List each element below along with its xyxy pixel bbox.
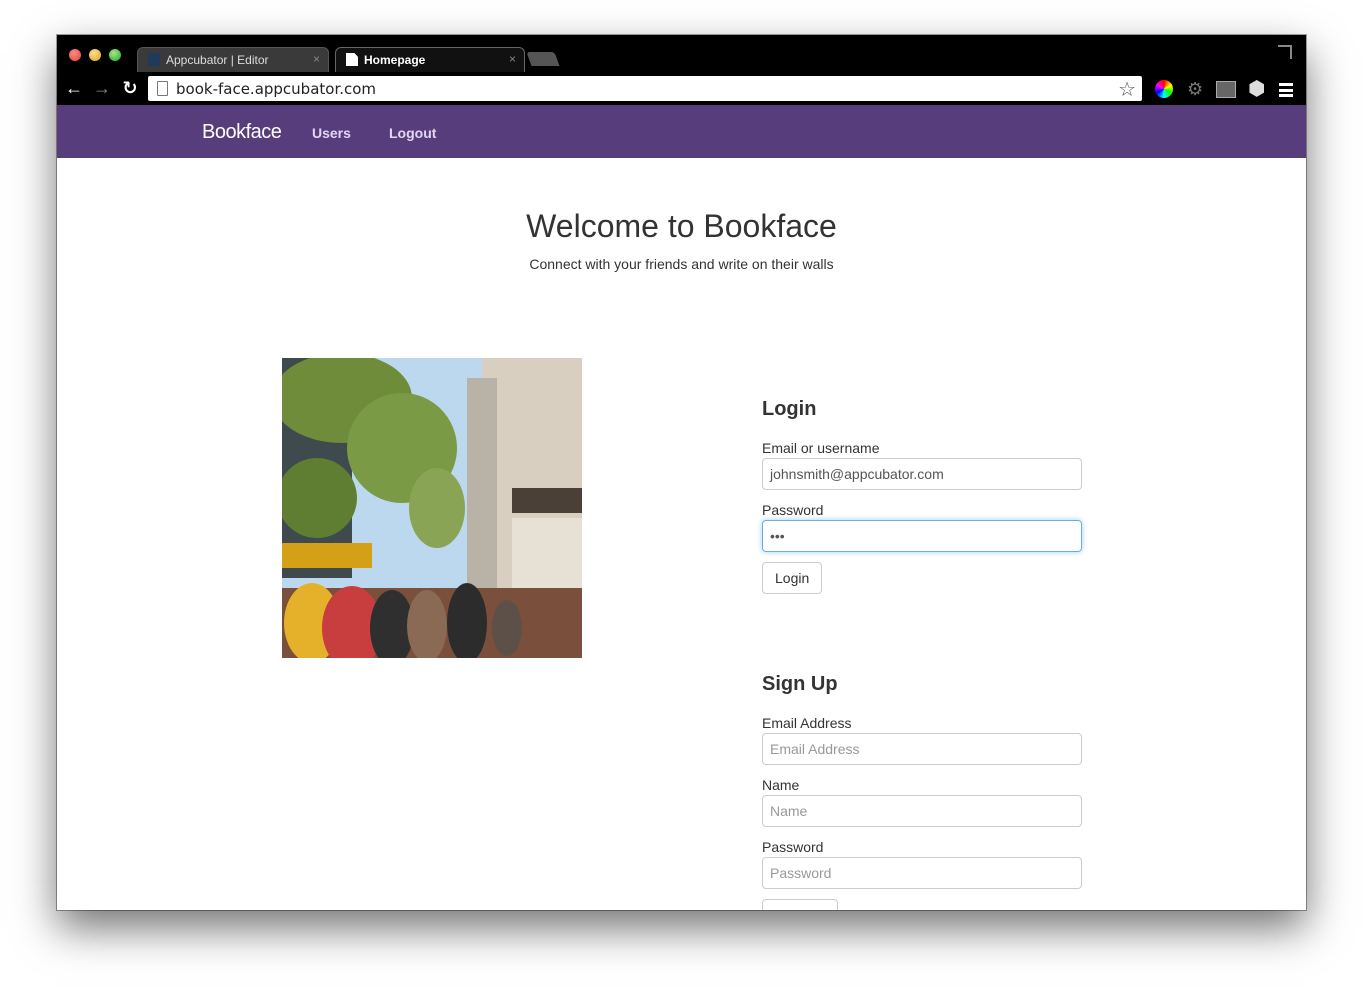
- page-content: Welcome to Bookface Connect with your fr…: [57, 158, 1306, 910]
- page-icon: [157, 81, 168, 96]
- close-window-button[interactable]: [69, 49, 81, 61]
- browser-window: Appcubator | Editor × Homepage × ← → ↻ b…: [57, 35, 1306, 910]
- address-bar[interactable]: book-face.appcubator.com ☆: [148, 76, 1142, 101]
- page-icon: [346, 53, 358, 66]
- color-wheel-icon[interactable]: [1155, 80, 1173, 98]
- signup-password-label: Password: [762, 839, 824, 855]
- nav-link-logout[interactable]: Logout: [389, 125, 436, 141]
- signup-email-placeholder: Email Address: [770, 741, 860, 757]
- tab-homepage[interactable]: Homepage ×: [335, 47, 525, 73]
- tab-appcubator-editor[interactable]: Appcubator | Editor ×: [137, 47, 329, 73]
- signup-name-field[interactable]: Name: [762, 795, 1082, 827]
- close-icon[interactable]: ×: [313, 52, 320, 66]
- tab-strip: Appcubator | Editor × Homepage ×: [57, 35, 1306, 73]
- page-title: Welcome to Bookface: [526, 208, 837, 244]
- street-photo: [282, 358, 582, 658]
- login-password-field[interactable]: •••: [762, 520, 1082, 552]
- login-email-field[interactable]: johnsmith@appcubator.com: [762, 458, 1082, 490]
- hexagon-icon[interactable]: ⬢: [1248, 79, 1266, 99]
- email-label: Email or username: [762, 440, 880, 456]
- page-subtitle: Connect with your friends and write on t…: [529, 256, 834, 272]
- tab-title: Homepage: [364, 53, 426, 67]
- new-tab-button[interactable]: [526, 52, 560, 66]
- street-photo-illustration: [282, 358, 582, 658]
- password-label: Password: [762, 502, 824, 518]
- brand-logo[interactable]: Bookface: [202, 121, 282, 144]
- gear-icon[interactable]: ⚙: [1187, 80, 1205, 98]
- signup-heading: Sign Up: [762, 673, 838, 695]
- menu-icon[interactable]: [1279, 83, 1293, 97]
- signup-password-field[interactable]: Password: [762, 857, 1082, 889]
- url-text: book-face.appcubator.com: [176, 80, 377, 98]
- signup-button[interactable]: Sign Up: [762, 899, 838, 910]
- signup-password-placeholder: Password: [770, 865, 832, 881]
- back-arrow-icon[interactable]: ←: [64, 78, 84, 98]
- maximize-window-button[interactable]: [109, 49, 121, 61]
- minimize-window-button[interactable]: [89, 49, 101, 61]
- login-heading: Login: [762, 398, 817, 420]
- nav-link-users[interactable]: Users: [312, 125, 351, 141]
- browser-toolbar: ← → ↻ book-face.appcubator.com ☆ ⚙ ⬢: [57, 72, 1306, 105]
- tab-title: Appcubator | Editor: [166, 53, 269, 67]
- login-email-value: johnsmith@appcubator.com: [770, 466, 944, 482]
- reload-icon[interactable]: ↻: [120, 78, 140, 98]
- image-icon[interactable]: [1216, 81, 1236, 98]
- star-icon[interactable]: ☆: [1118, 77, 1136, 102]
- signup-name-placeholder: Name: [770, 803, 808, 819]
- signup-email-label: Email Address: [762, 715, 852, 731]
- site-navbar: Bookface Users Logout: [57, 105, 1306, 158]
- close-icon[interactable]: ×: [509, 52, 516, 66]
- fullscreen-icon[interactable]: [1278, 45, 1292, 59]
- forward-arrow-icon[interactable]: →: [92, 78, 112, 98]
- signup-name-label: Name: [762, 777, 800, 793]
- appcubator-icon: [148, 53, 160, 66]
- login-button[interactable]: Login: [762, 562, 823, 594]
- signup-email-field[interactable]: Email Address: [762, 733, 1082, 765]
- login-password-value: •••: [770, 528, 785, 544]
